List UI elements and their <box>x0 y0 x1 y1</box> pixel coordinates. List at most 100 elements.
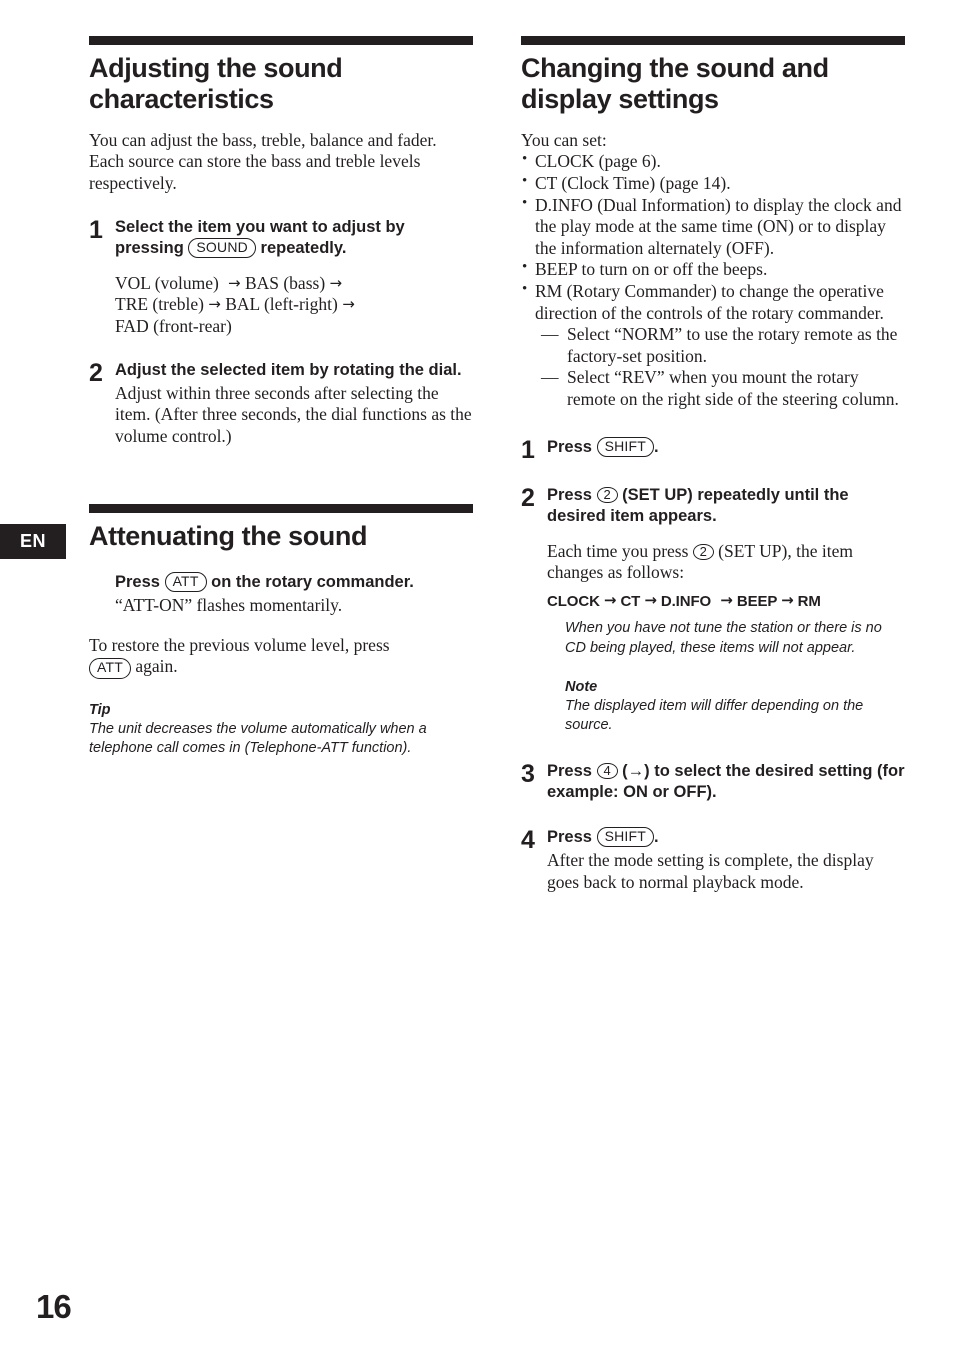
arrow-right-icon: → <box>329 273 343 292</box>
note-body: The displayed item will differ depending… <box>565 697 864 733</box>
restore-text-part2: again. <box>135 656 178 677</box>
section-changing-settings: Changing the sound and display settings … <box>521 36 905 893</box>
step-content: Press 2 (SET UP) repeatedly until the de… <box>547 485 905 735</box>
section-rule <box>89 36 473 45</box>
att-key-icon: ATT <box>89 658 132 679</box>
press-instruction: Press ATT on the rotary commander. <box>115 571 473 593</box>
flow-item-rm: RM <box>797 592 821 610</box>
step-heading: Press 2 (SET UP) repeatedly until the de… <box>547 485 905 527</box>
step-heading: Adjust the selected item by rotating the… <box>115 360 462 379</box>
step-heading: Select the item you want to adjust by pr… <box>115 217 473 259</box>
press-label: Press <box>547 437 592 456</box>
shift-key-icon: SHIFT <box>596 826 655 848</box>
arrow-right-icon: → <box>208 295 221 314</box>
step-item: 3 Press 4 (→) to select the desired sett… <box>521 761 905 803</box>
list-item: BEEP to turn on or off the beeps. <box>521 258 905 281</box>
press-label: Press <box>547 485 592 504</box>
list-item: Select “REV” when you mount the rotary r… <box>541 367 905 410</box>
trailing-punctuation: . <box>654 827 659 846</box>
settable-items-list: CLOCK (page 6). CT (Clock Time) (page 14… <box>521 150 905 324</box>
arrow-right-icon: → <box>715 590 733 609</box>
setup-flow-sequence: CLOCK → CT → D.INFO → BEEP → RM <box>547 591 905 612</box>
intro-text: You can adjust the bass, treble, balance… <box>89 129 437 193</box>
tip-title: Tip <box>89 701 111 718</box>
note-callout: Note The displayed item will differ depe… <box>547 678 905 735</box>
section-rule <box>521 36 905 45</box>
step-detail: Adjust within three seconds after select… <box>115 382 472 446</box>
manual-page: EN 16 Adjusting the sound characteristic… <box>0 0 954 1355</box>
intro-paragraph: You can adjust the bass, treble, balance… <box>89 130 473 195</box>
section-title-changing-settings: Changing the sound and display settings <box>521 53 829 115</box>
step-content: Select the item you want to adjust by pr… <box>115 217 473 338</box>
step-item: 2 Press 2 (SET UP) repeatedly until the … <box>521 485 905 735</box>
list-item: Select “NORM” to use the rotary remote a… <box>541 324 905 367</box>
flow-item-tre: TRE (treble) <box>115 294 204 315</box>
step-content: Press 4 (→) to select the desired settin… <box>547 761 905 803</box>
step-number: 3 <box>521 760 535 789</box>
tip-callout: Tip The unit decreases the volume automa… <box>89 701 473 758</box>
arrow-right-icon: → <box>223 273 241 292</box>
detail-part1: Each time you press <box>547 540 689 561</box>
press-target: on the rotary commander. <box>211 572 414 591</box>
step-item: 4 Press SHIFT. After the mode setting is… <box>521 825 905 893</box>
flow-item-ct: CT <box>620 592 641 610</box>
att-key-icon: ATT <box>164 571 207 593</box>
flow-item-vol: VOL (volume) <box>115 272 219 293</box>
intro-paragraph: You can set: <box>521 129 607 150</box>
left-column: Adjusting the sound characteristics You … <box>89 36 473 758</box>
step-heading-part2: repeatedly. <box>260 238 347 257</box>
step-number: 4 <box>521 825 535 854</box>
page-number: 16 <box>36 1288 72 1325</box>
step-content: Press SHIFT. <box>547 436 905 458</box>
restore-instruction: To restore the previous volume level, pr… <box>89 635 473 679</box>
arrow-right-icon: → <box>342 295 355 314</box>
button-2-icon: 2 <box>596 486 618 503</box>
flow-item-beep: BEEP <box>736 592 778 610</box>
press-label: Press <box>115 572 160 591</box>
step-heading: Press 4 (→) to select the desired settin… <box>547 761 905 803</box>
step-number: 2 <box>89 358 103 387</box>
step-item: 1 Select the item you want to adjust by … <box>89 217 473 338</box>
sound-key-icon: SOUND <box>188 237 256 259</box>
press-result: “ATT-ON” flashes momentarily. <box>115 594 343 615</box>
step-heading-rest: (SET UP) repeatedly until the desired it… <box>547 485 849 525</box>
step-heading: Press SHIFT. <box>547 436 905 458</box>
flow-item-clock: CLOCK <box>547 592 600 610</box>
list-item: CLOCK (page 6). <box>521 150 905 173</box>
step-content: Adjust the selected item by rotating the… <box>115 360 473 448</box>
flow-item-bas: BAS (bass) <box>244 272 326 293</box>
button-4-icon: 4 <box>596 763 618 780</box>
rotary-commander-options: Select “NORM” to use the rotary remote a… <box>521 324 905 410</box>
step-detail: After the mode setting is complete, the … <box>547 849 874 892</box>
step-number: 1 <box>521 435 535 464</box>
press-instruction-block: Press ATT on the rotary commander. “ATT-… <box>89 571 473 617</box>
list-item: CT (Clock Time) (page 14). <box>521 172 905 195</box>
arrow-right-icon: → <box>644 590 657 609</box>
sound-flow-sequence: VOL (volume) → BAS (bass) → TRE (treble)… <box>115 273 473 338</box>
restore-text-part1: To restore the previous volume level, pr… <box>89 634 390 655</box>
trailing-punctuation: . <box>654 437 659 456</box>
tip-body: The unit decreases the volume automatica… <box>89 720 427 757</box>
language-tab: EN <box>0 524 66 559</box>
section-attenuating-sound: Attenuating the sound Press ATT on the r… <box>89 503 473 759</box>
section-adjusting-sound: Adjusting the sound characteristics You … <box>89 36 473 448</box>
press-label: Press <box>547 827 592 846</box>
section-rule <box>89 503 473 513</box>
step-number: 2 <box>521 483 535 512</box>
step-number: 1 <box>89 215 103 244</box>
press-label: Press <box>547 762 592 781</box>
step-content: Press SHIFT. After the mode setting is c… <box>547 826 905 893</box>
step-item: 2 Adjust the selected item by rotating t… <box>89 360 473 448</box>
step-item: 1 Press SHIFT. <box>521 435 905 464</box>
flow-item-dinfo: D.INFO <box>660 592 712 610</box>
flow-note: When you have not tune the station or th… <box>565 620 882 656</box>
list-item: D.INFO (Dual Information) to display the… <box>521 194 905 260</box>
flow-item-bal: BAL (left-right) <box>225 294 338 315</box>
shift-key-icon: SHIFT <box>596 436 655 458</box>
button-2-icon: 2 <box>692 543 714 560</box>
right-column: Changing the sound and display settings … <box>521 36 905 893</box>
section-title-adjusting-sound: Adjusting the sound characteristics <box>89 53 343 115</box>
section-title-attenuating-sound: Attenuating the sound <box>89 520 368 551</box>
